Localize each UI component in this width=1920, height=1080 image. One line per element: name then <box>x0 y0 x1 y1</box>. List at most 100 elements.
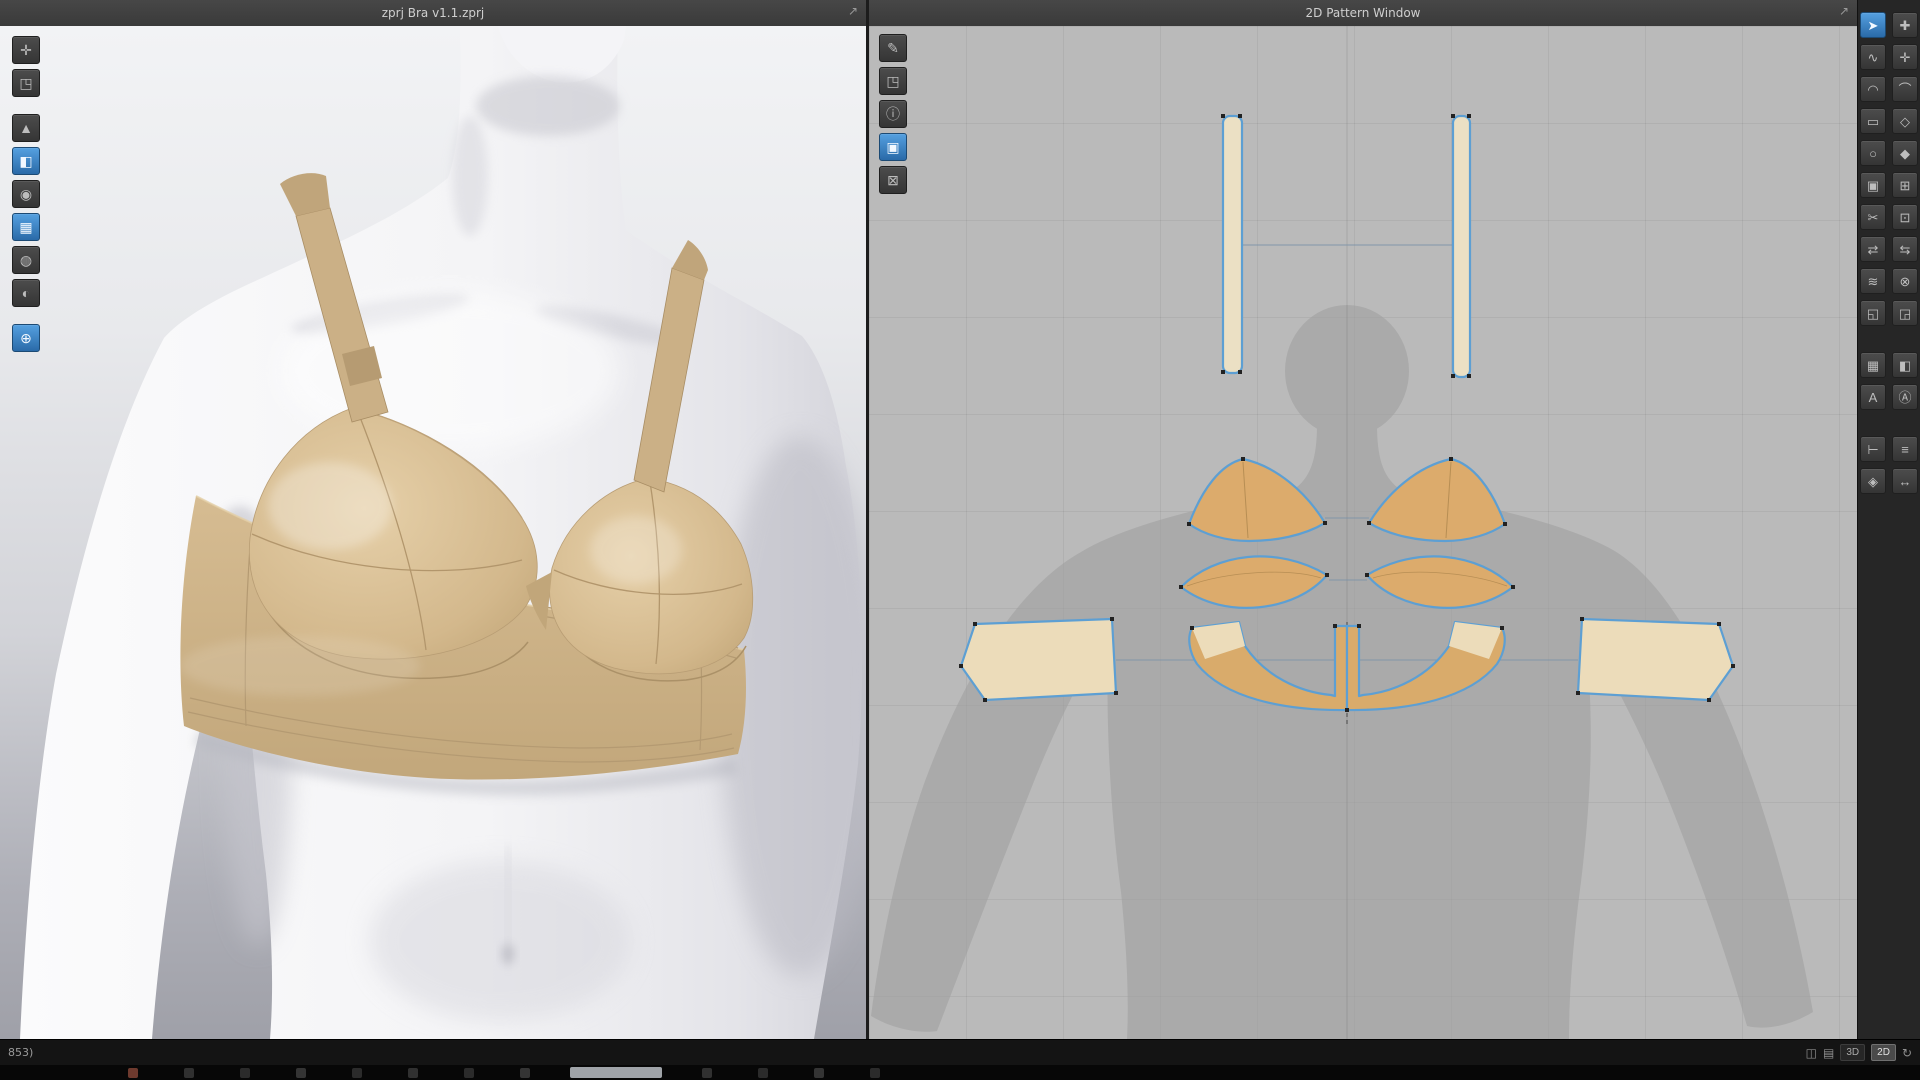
2d-pattern-canvas[interactable]: ✎ ◳ ⓘ ▣ ⊠ <box>869 26 1857 1039</box>
edit-curvature-button[interactable]: ∿ <box>1860 44 1886 70</box>
garment-display-button[interactable]: ◳ <box>12 69 40 97</box>
pattern-display-icon: ◳ <box>886 73 900 89</box>
taskbar-item[interactable] <box>814 1067 824 1078</box>
3d-viewport-panel: zprj Bra v1.1.zprj ↗ ✛ ◳ ▲ ◧ ◉ ▦ ◍ ◐ ⊕ <box>0 0 866 1039</box>
sync-3d-button[interactable]: ▣ <box>879 133 907 161</box>
internal-grid-button[interactable]: ⊞ <box>1892 172 1918 198</box>
taskbar <box>0 1065 1920 1080</box>
pattern-info-button[interactable]: ⓘ <box>879 100 907 128</box>
3d-scene <box>0 26 866 1039</box>
pattern-upper-cup-left[interactable] <box>1187 457 1327 543</box>
measure-button[interactable]: ⊢ <box>1860 436 1886 462</box>
taskbar-item[interactable] <box>702 1067 712 1078</box>
flip-tool-button[interactable]: ↔ <box>1892 468 1918 494</box>
2d-pattern-panel: 2D Pattern Window ↗ ✎ ◳ ⓘ ▣ ⊠ <box>869 0 1857 1039</box>
view-3d-button[interactable]: 3D <box>1840 1044 1866 1061</box>
view-3d-label: 3D <box>1846 1047 1860 1058</box>
pattern-symmetry-icon: ◈ <box>1868 473 1878 489</box>
select-move-button[interactable]: ▲ <box>12 114 40 142</box>
taskbar-item[interactable] <box>464 1067 474 1078</box>
transform-pattern-button[interactable]: ➤ <box>1860 12 1886 38</box>
create-rectangle-button[interactable]: ▭ <box>1860 108 1886 134</box>
grading-icon: Ⓐ <box>1898 389 1912 405</box>
dart-tool-button[interactable]: ◆ <box>1892 140 1918 166</box>
view-2d-button[interactable]: 2D <box>1871 1044 1896 1061</box>
remove-sewing-button[interactable]: ⊗ <box>1892 268 1918 294</box>
create-dart-icon: ◇ <box>1900 113 1910 129</box>
view-2d-label: 2D <box>1877 1047 1890 1058</box>
taskbar-item[interactable] <box>128 1067 138 1078</box>
pattern-strap-right[interactable] <box>1451 114 1472 379</box>
add-text-button[interactable]: A <box>1860 384 1886 410</box>
status-controls: ◫ ▤ 3D 2D ↻ <box>1806 1044 1912 1061</box>
add-graphic-button[interactable]: ◧ <box>1892 352 1918 378</box>
tape-tool-button[interactable]: ≡ <box>1892 436 1918 462</box>
curve-tool-button[interactable]: ⌒ <box>1892 76 1918 102</box>
trace-tool-button[interactable]: ⊡ <box>1892 204 1918 230</box>
taskbar-item[interactable] <box>240 1067 250 1078</box>
taskbar-item[interactable] <box>520 1067 530 1078</box>
pattern-display-button[interactable]: ◳ <box>879 67 907 95</box>
seam-allowance-icon: ▣ <box>1866 177 1880 193</box>
pattern-side-band-right[interactable] <box>1576 617 1735 702</box>
select-move-icon: ▲ <box>19 120 33 136</box>
cut-tool-button[interactable]: ✂ <box>1860 204 1886 230</box>
add-point-button[interactable]: ✛ <box>1892 44 1918 70</box>
grading-button[interactable]: Ⓐ <box>1892 384 1918 410</box>
popout-icon[interactable]: ↗ <box>848 4 858 18</box>
taskbar-item[interactable] <box>408 1067 418 1078</box>
edit-texture-button[interactable]: ▦ <box>1860 352 1886 378</box>
taskbar-item[interactable] <box>758 1067 768 1078</box>
thickness-display-button[interactable]: ◐ <box>12 279 40 307</box>
avatar-display-button[interactable]: ◉ <box>12 180 40 208</box>
edit-pattern-button[interactable]: ✎ <box>879 34 907 62</box>
simulate-button[interactable]: ✛ <box>12 36 40 64</box>
pattern-symmetry-button[interactable]: ◈ <box>1860 468 1886 494</box>
create-polygon-button[interactable]: ✚ <box>1892 12 1918 38</box>
create-dart-button[interactable]: ◇ <box>1892 108 1918 134</box>
curve-tool-icon: ⌒ <box>1898 81 1912 97</box>
edit-curvature-icon: ∿ <box>1867 49 1879 65</box>
seam-allowance-button[interactable]: ▣ <box>1860 172 1886 198</box>
3d-window-titlebar[interactable]: zprj Bra v1.1.zprj ↗ <box>0 0 866 27</box>
scissors-icon: ✂ <box>1867 209 1879 225</box>
pattern-strap-left[interactable] <box>1221 114 1244 375</box>
edit-arc-button[interactable]: ◠ <box>1860 76 1886 102</box>
taskbar-item[interactable] <box>870 1067 880 1078</box>
add-graphic-icon: ◧ <box>1898 357 1912 373</box>
right-toolbar: ➤ ✚ ∿ ✛ ◠ ⌒ ▭ ◇ ○ ◆ ▣ ⊞ ✂ ⊡ ⇄ ⇆ ≋ ⊗ ◱ ◲ … <box>1857 0 1920 1039</box>
create-circle-button[interactable]: ○ <box>1860 140 1886 166</box>
trace-tool-icon: ⊡ <box>1899 209 1911 225</box>
create-circle-icon: ○ <box>1869 145 1877 161</box>
taskbar-item[interactable] <box>352 1067 362 1078</box>
world-axis-button[interactable]: ⊕ <box>12 324 40 352</box>
pin-tool-button[interactable]: ◧ <box>12 147 40 175</box>
pin-tool-icon: ◧ <box>19 153 33 169</box>
taskbar-item[interactable] <box>184 1067 194 1078</box>
add-text-icon: A <box>1868 389 1878 405</box>
free-sewing-button[interactable]: ⇆ <box>1892 236 1918 262</box>
window-split-icon[interactable]: ◫ <box>1806 1046 1817 1060</box>
status-bar: 853) ◫ ▤ 3D 2D ↻ <box>0 1039 1920 1065</box>
pattern-upper-cup-right[interactable] <box>1367 457 1507 543</box>
segment-sewing-button[interactable]: ⇄ <box>1860 236 1886 262</box>
3d-viewport[interactable]: ✛ ◳ ▲ ◧ ◉ ▦ ◍ ◐ ⊕ <box>0 26 866 1039</box>
pattern-side-band-left[interactable] <box>959 617 1118 702</box>
transform-pattern-icon: ➤ <box>1867 17 1879 33</box>
lock-pattern-button[interactable]: ⊠ <box>879 166 907 194</box>
mn-sewing-button[interactable]: ≋ <box>1860 268 1886 294</box>
fold-arrangement-button[interactable]: ◱ <box>1860 300 1886 326</box>
refresh-icon[interactable]: ↻ <box>1902 1046 1912 1060</box>
taskbar-item[interactable] <box>296 1067 306 1078</box>
fabric-texture-button[interactable]: ▦ <box>12 213 40 241</box>
world-axis-icon: ⊕ <box>20 330 32 346</box>
window-layout-icon[interactable]: ▤ <box>1823 1046 1834 1060</box>
sync-3d-icon: ▣ <box>886 139 900 155</box>
2d-window-titlebar[interactable]: 2D Pattern Window ↗ <box>869 0 1857 27</box>
pattern-info-icon: ⓘ <box>886 106 900 122</box>
3d-window-title: zprj Bra v1.1.zprj <box>381 6 485 20</box>
taskbar-item-active[interactable] <box>570 1067 662 1078</box>
popout-icon[interactable]: ↗ <box>1839 4 1849 18</box>
stitch-display-button[interactable]: ◍ <box>12 246 40 274</box>
unfold-arrangement-button[interactable]: ◲ <box>1892 300 1918 326</box>
